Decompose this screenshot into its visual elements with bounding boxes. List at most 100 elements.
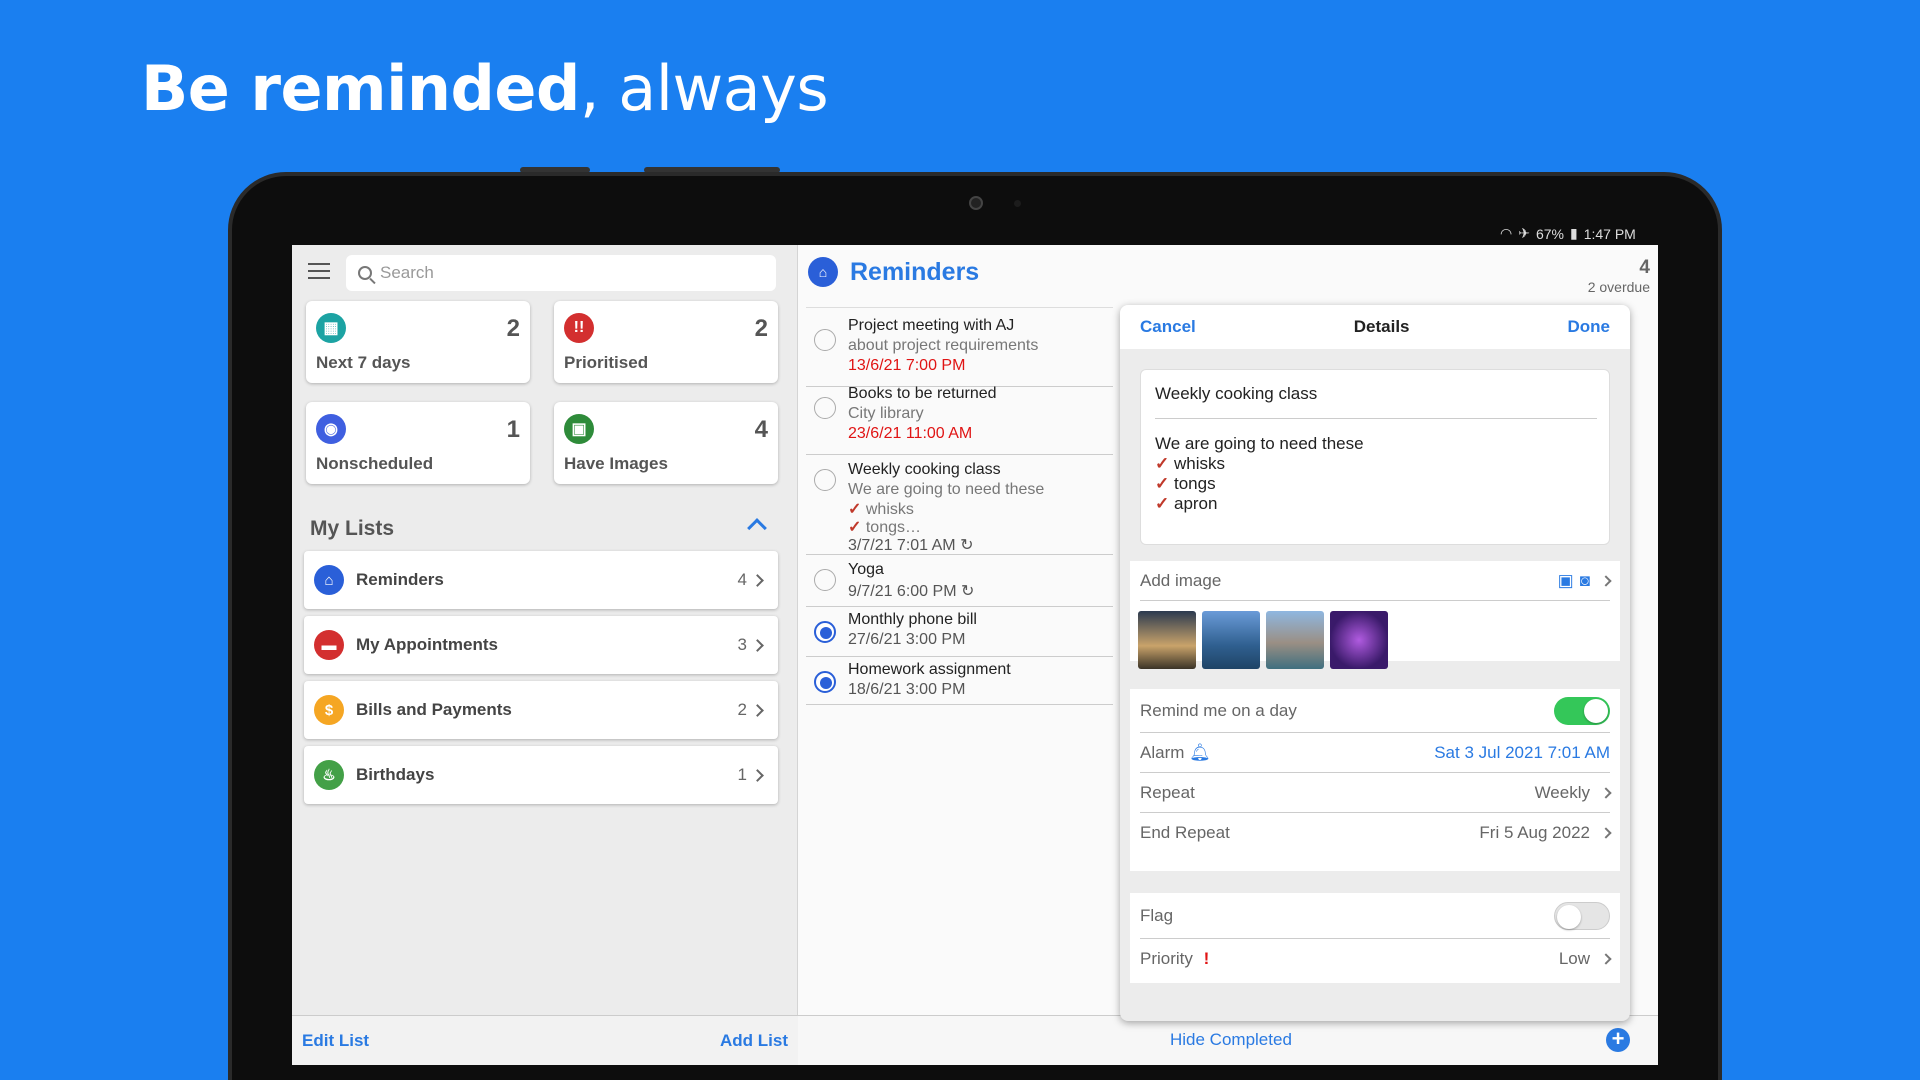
reminder-date: 18/6/21 3:00 PM [848,681,966,698]
reminder-title: Homework assignment [848,661,1011,678]
reminder-item[interactable]: Monthly phone bill 27/6/21 3:00 PM [806,607,1113,657]
image-actions: ▣ ◙ [1558,571,1612,591]
overdue-summary: 4 2 overdue [1588,257,1650,295]
remind-on-day-row: Remind me on a day [1140,689,1610,733]
image-section: Add image ▣ ◙ [1130,561,1620,669]
hide-completed-button[interactable]: Hide Completed [1170,1030,1292,1050]
image-thumbnail[interactable] [1266,611,1324,669]
chevron-right-icon [1600,827,1612,839]
add-list-button[interactable]: Add List [720,1031,788,1051]
alarm-value: Sat 3 Jul 2021 7:01 AM [1434,742,1610,762]
exclamation-icon: !! [564,313,594,343]
add-reminder-button[interactable]: + [1606,1028,1630,1052]
reminder-item[interactable]: Homework assignment 18/6/21 3:00 PM [806,657,1113,705]
chevron-right-icon [1600,574,1612,587]
calendar-icon: ▦ [316,313,346,343]
list-item-bills-and-payments[interactable]: $ Bills and Payments 2 [304,681,778,739]
list-item-reminders[interactable]: ⌂ Reminders 4 [304,551,778,609]
reminder-item[interactable]: Yoga 9/7/21 6:00 PM ↻ [806,555,1113,607]
camera-lens [969,196,983,210]
end-repeat-row[interactable]: End Repeat Fri 5 Aug 2022 [1140,813,1612,853]
list-count: 4 [737,570,747,589]
image-thumbnail[interactable] [1138,611,1196,669]
complete-checkbox[interactable] [814,397,836,419]
smart-list-label: Next 7 days [316,353,411,372]
image-thumbnail[interactable] [1202,611,1260,669]
chevron-right-icon [751,638,764,652]
complete-checkbox[interactable] [814,621,836,643]
wifi-icon: ◠ [1500,225,1513,241]
complete-checkbox[interactable] [814,469,836,491]
repeat-icon: ↻ [960,583,975,600]
list-label: Birthdays [356,765,435,784]
repeat-label: Repeat [1140,782,1195,802]
sensor [1014,200,1021,207]
reminders-footer: Hide Completed + [798,1015,1658,1065]
gallery-icon[interactable]: ▣ [1558,571,1574,591]
complete-checkbox[interactable] [814,569,836,591]
list-item-birthdays[interactable]: ♨ Birthdays 1 [304,746,778,804]
reminders-count: 4 [1639,257,1650,278]
repeat-row[interactable]: Repeat Weekly [1140,773,1612,813]
cancel-button[interactable]: Cancel [1140,317,1196,337]
note-item: whisks [1173,454,1225,473]
reminder-title: Project meeting with AJ [848,317,1015,334]
repeat-value: Weekly [1534,782,1590,802]
smart-list-next-7-days[interactable]: ▦ 2 Next 7 days [306,301,530,383]
priority-label: Priority [1140,949,1193,968]
end-repeat-value: Fri 5 Aug 2022 [1479,823,1590,842]
flag-toggle[interactable] [1554,901,1610,930]
add-image-row[interactable]: Add image ▣ ◙ [1140,561,1612,601]
airplane-icon: ✈ [1518,225,1530,241]
reminder-title: Yoga [848,561,884,578]
checkmark-icon: ✓ [1155,494,1170,513]
remind-on-day-toggle[interactable] [1554,696,1610,725]
complete-checkbox[interactable] [814,329,836,351]
target-icon: ◉ [316,414,346,444]
add-image-label: Add image [1140,570,1222,590]
repeat-icon: ↻ [960,537,974,554]
reminders-header: ⌂ Reminders [808,257,979,287]
note-body-text: We are going to need these [1155,434,1364,453]
exclamation-icon: ! [1203,949,1210,968]
camera-icon[interactable]: ◙ [1580,571,1590,591]
battery-percent: 67% [1535,225,1564,242]
video-thumbnail[interactable] [1330,611,1388,669]
list-item-my-appointments[interactable]: ▬ My Appointments 3 [304,616,778,674]
details-header: Cancel Details Done [1120,305,1630,349]
alarm-row[interactable]: Alarm 🔔︎ Sat 3 Jul 2021 7:01 AM [1140,733,1610,773]
smart-list-nonscheduled[interactable]: ◉ 1 Nonscheduled [306,402,530,484]
done-button[interactable]: Done [1568,317,1611,337]
note-title[interactable]: Weekly cooking class [1155,384,1317,404]
list-count: 1 [737,765,747,784]
reminder-date: 9/7/21 6:00 PM [848,583,957,600]
checkmark-icon: ✓ [848,501,862,518]
note-body[interactable]: We are going to need these ✓ whisks ✓ to… [1155,434,1364,514]
note-item: tongs [1173,474,1216,493]
reminder-item[interactable]: Weekly cooking class We are going to nee… [806,455,1113,555]
details-title: Details [1353,317,1410,336]
smart-list-prioritised[interactable]: !! 2 Prioritised [554,301,778,383]
edit-list-button[interactable]: Edit List [302,1031,369,1051]
complete-checkbox[interactable] [814,671,836,693]
smart-list-count: 2 [506,315,520,342]
reminder-item[interactable]: Project meeting with AJ about project re… [806,307,1113,387]
hamburger-menu-icon[interactable] [308,263,330,279]
collapse-chevron-icon[interactable] [747,518,767,538]
search-input[interactable]: Search [346,255,776,291]
list-count: 3 [737,635,747,654]
priority-row[interactable]: Priority ! Low [1140,939,1612,979]
smart-list-have-images[interactable]: ▣ 4 Have Images [554,402,778,484]
smart-list-label: Have Images [564,454,668,473]
cake-icon: ♨ [314,760,344,790]
battery-icon: ▮ [1569,225,1578,241]
note-item: apron [1173,494,1218,513]
schedule-section: Remind me on a day Alarm 🔔︎ Sat 3 Jul 20… [1130,689,1620,871]
search-placeholder: Search [380,263,434,282]
checkmark-icon: ✓ [1155,474,1170,493]
details-panel: Cancel Details Done Weekly cooking class… [1120,305,1630,1021]
reminder-item[interactable]: Books to be returned City library 23/6/2… [806,385,1113,455]
clock: 1:47 PM [1583,225,1636,242]
list-label: My Appointments [356,635,498,654]
note-editor[interactable]: Weekly cooking class We are going to nee… [1140,369,1610,545]
